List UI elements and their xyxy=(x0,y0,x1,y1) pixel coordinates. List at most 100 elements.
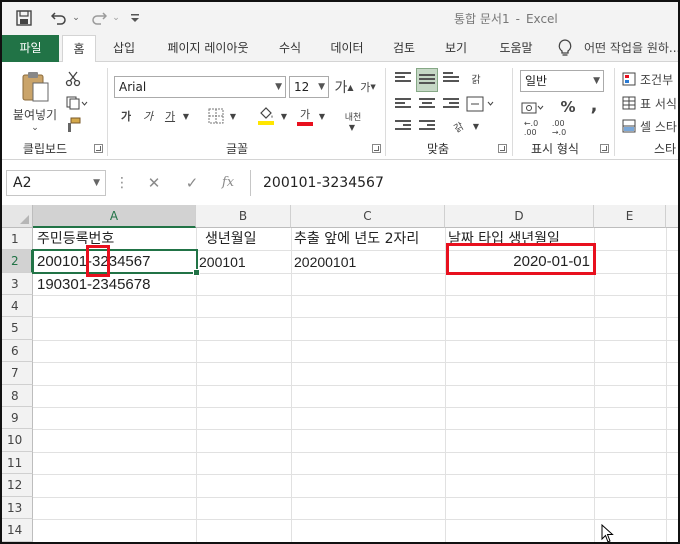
comma-button[interactable]: , xyxy=(586,94,602,116)
redo-dropdown-icon[interactable]: ⌄ xyxy=(110,8,122,28)
italic-button[interactable]: 가 xyxy=(140,106,156,126)
font-size-select[interactable]: 12 ▼ xyxy=(289,76,329,98)
align-center-icon[interactable] xyxy=(417,94,437,114)
borders-icon[interactable] xyxy=(207,107,225,125)
row-header-8[interactable]: 8 xyxy=(2,385,33,407)
underline-dropdown-icon[interactable]: ▼ xyxy=(180,110,192,122)
tab-help[interactable]: 도움말 xyxy=(486,35,546,62)
row-header-2[interactable]: 2 xyxy=(2,250,33,273)
undo-icon[interactable] xyxy=(48,8,70,28)
bold-button[interactable]: 가 xyxy=(118,106,134,126)
tab-page-layout[interactable]: 페이지 레이아웃 xyxy=(154,35,262,62)
formula-input[interactable]: 200101-3234567 xyxy=(250,170,678,196)
row-header-1[interactable]: 1 xyxy=(2,228,33,250)
redo-icon[interactable] xyxy=(88,8,110,28)
align-middle-icon[interactable] xyxy=(416,68,438,92)
phonetic-dropdown-icon[interactable]: ▼ xyxy=(346,122,358,132)
tab-insert[interactable]: 삽입 xyxy=(102,35,146,62)
insert-function-icon[interactable]: fx xyxy=(218,173,238,193)
column-header-d[interactable]: D xyxy=(445,205,594,228)
paste-icon[interactable] xyxy=(18,68,52,104)
orientation-button[interactable]: 갉 xyxy=(444,112,471,139)
orientation-dropdown-icon[interactable]: ▼ xyxy=(470,120,482,132)
name-box[interactable]: A2 ▼ xyxy=(6,170,106,196)
cell-c1[interactable]: 추출 앞에 년도 2자리 xyxy=(294,228,419,250)
tab-review[interactable]: 검토 xyxy=(382,35,426,62)
align-left-icon[interactable] xyxy=(393,94,413,114)
font-launcher-icon[interactable] xyxy=(372,144,381,153)
column-header-f[interactable] xyxy=(666,205,678,228)
tab-data[interactable]: 데이터 xyxy=(320,35,374,62)
paste-dropdown-icon[interactable]: ⌄ xyxy=(28,122,42,134)
cell-b2[interactable]: 200101 xyxy=(199,251,246,273)
align-bottom-icon[interactable] xyxy=(441,68,461,88)
row-header-6[interactable]: 6 xyxy=(2,340,33,362)
cell-c2[interactable]: 20200101 xyxy=(294,251,356,273)
copy-icon[interactable] xyxy=(64,94,90,112)
row-header-9[interactable]: 9 xyxy=(2,407,33,429)
underline-button[interactable]: 가 xyxy=(162,106,178,126)
worksheet-grid[interactable]: A B C D E 1 2 3 4 5 6 7 8 9 10 11 12 13 … xyxy=(2,205,678,542)
cancel-icon[interactable]: ✕ xyxy=(144,173,164,193)
column-header-a[interactable]: A xyxy=(33,205,196,228)
row-header-13[interactable]: 13 xyxy=(2,497,33,519)
row-header-10[interactable]: 10 xyxy=(2,429,33,452)
cell-a3[interactable]: 190301-2345678 xyxy=(37,274,150,296)
gridline xyxy=(33,429,678,430)
select-all-button[interactable] xyxy=(2,205,33,228)
row-header-4[interactable]: 4 xyxy=(2,295,33,317)
undo-dropdown-icon[interactable]: ⌄ xyxy=(70,8,82,28)
number-format-select[interactable]: 일반 ▼ xyxy=(520,70,604,92)
font-color-dropdown-icon[interactable]: ▼ xyxy=(316,110,328,122)
percent-button[interactable]: % xyxy=(558,96,578,118)
tab-formulas[interactable]: 수식 xyxy=(270,35,310,62)
save-icon[interactable] xyxy=(14,8,34,28)
decrease-decimal-button[interactable]: .00 →.0 xyxy=(548,118,570,138)
number-launcher-icon[interactable] xyxy=(600,144,609,153)
font-color-button[interactable]: 가 xyxy=(295,106,315,126)
align-right-icon[interactable] xyxy=(441,94,461,114)
conditional-format-button[interactable]: 조건부 xyxy=(622,70,678,88)
tab-file[interactable]: 파일 xyxy=(2,35,59,62)
formula-bar: A2 ▼ ⋮ ✕ ✓ fx 200101-3234567 xyxy=(2,168,678,198)
tell-me-search[interactable]: 어떤 작업을 원하... xyxy=(584,35,678,62)
merge-center-icon[interactable] xyxy=(464,94,498,114)
enter-icon[interactable]: ✓ xyxy=(182,173,202,193)
increase-decimal-button[interactable]: ←.0 .00 xyxy=(520,118,542,138)
clipboard-launcher-icon[interactable] xyxy=(94,144,103,153)
row-header-7[interactable]: 7 xyxy=(2,362,33,385)
group-divider xyxy=(385,68,386,156)
row-header-11[interactable]: 11 xyxy=(2,452,33,474)
align-top-icon[interactable] xyxy=(393,68,413,88)
active-cell-outline xyxy=(32,249,200,276)
row-header-14[interactable]: 14 xyxy=(2,519,33,542)
format-painter-icon[interactable] xyxy=(64,116,82,134)
grow-font-button[interactable]: 가 ▲ xyxy=(334,76,354,98)
customize-icon[interactable] xyxy=(128,8,142,28)
tab-view[interactable]: 보기 xyxy=(434,35,478,62)
row-header-3[interactable]: 3 xyxy=(2,273,33,295)
fill-color-button[interactable] xyxy=(256,106,276,126)
accounting-format-icon[interactable] xyxy=(520,98,546,118)
row-header-5[interactable]: 5 xyxy=(2,317,33,340)
column-header-c[interactable]: C xyxy=(291,205,445,228)
lightbulb-icon[interactable] xyxy=(558,39,572,60)
shrink-font-button[interactable]: 가 ▼ xyxy=(358,76,378,98)
tab-home[interactable]: 홈 xyxy=(62,35,96,63)
format-as-table-button[interactable]: 표 서식 xyxy=(622,94,678,112)
paste-button[interactable]: 붙여넣기 xyxy=(6,105,64,123)
row-header-12[interactable]: 12 xyxy=(2,474,33,497)
decrease-indent-icon[interactable] xyxy=(393,116,413,136)
cut-icon[interactable] xyxy=(64,70,82,88)
increase-indent-icon[interactable] xyxy=(417,116,437,136)
borders-dropdown-icon[interactable]: ▼ xyxy=(227,110,239,122)
column-header-b[interactable]: B xyxy=(196,205,291,228)
cell-styles-button[interactable]: 셀 스타 xyxy=(622,117,678,135)
cell-b1[interactable]: 생년월일 xyxy=(205,228,257,250)
wrap-text-button[interactable]: 갉 xyxy=(466,67,486,89)
font-family-select[interactable]: Arial ▼ xyxy=(114,76,286,98)
more-options-icon[interactable]: ⋮ xyxy=(112,173,132,193)
column-header-e[interactable]: E xyxy=(594,205,666,228)
fill-color-dropdown-icon[interactable]: ▼ xyxy=(278,110,290,122)
alignment-launcher-icon[interactable] xyxy=(498,144,507,153)
